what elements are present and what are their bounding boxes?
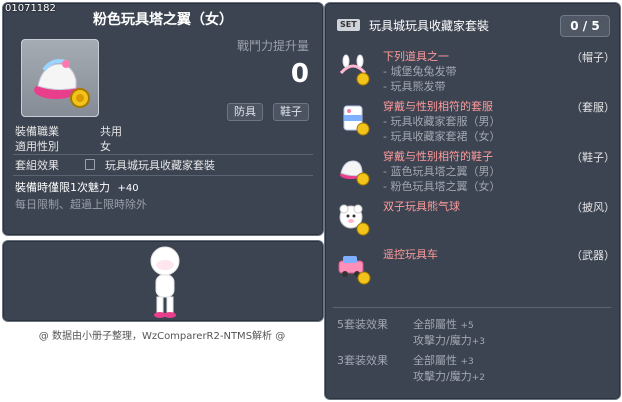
power-label: 戰鬥力提升量 [236,39,309,53]
stat-name: 全部屬性 [413,318,457,331]
lock-icon [85,159,95,170]
entry-line: - 玩具收藏家套裙（女） [383,130,501,143]
avatar-preview-panel [2,240,324,322]
entry-line: 双子玩具熊气球 [383,200,460,213]
entry-line: 穿戴与性别相符的鞋子 [383,150,493,163]
toy-car-icon [338,256,371,285]
bonus-label: 5套装效果 [337,318,388,331]
power-value: 0 [290,59,309,89]
entry-line: 下列道具之一 [383,50,449,63]
entry-slot: （套服） [571,101,615,114]
charm-label: 裝備時僅限1次魅力 [15,181,110,194]
entry-slot: （帽子） [571,51,615,64]
bonus-row: 全部屬性 +3 [413,353,613,369]
stat-name: 攻擊力/魔力 [413,370,472,383]
divider [333,307,611,308]
entry-line: 穿戴与性别相符的套服 [383,100,493,113]
tag-shoes: 鞋子 [273,103,309,121]
gender-value: 女 [100,140,111,153]
bonus-row: 攻擊力/魔力+3 [413,333,613,349]
entry-lines: 穿戴与性别相符的鞋子 - 蓝色玩具塔之翼（男） - 粉色玩具塔之翼（女） [383,149,500,194]
stat-value: +2 [471,373,485,383]
stat-name: 攻擊力/魔力 [413,334,472,347]
shoe-icon [340,160,370,186]
outfit-icon [343,105,370,136]
entry-slot: （鞋子） [571,151,615,164]
set-progress: 0 / 5 [560,15,610,37]
avatar [150,246,180,318]
stat-value: +5 [460,321,474,331]
stat-value: +3 [460,357,474,367]
bonus-values: 全部屬性 +3 攻擊力/魔力+2 [413,353,613,385]
bonus-row: 全部屬性 +5 [413,317,613,333]
entry-line: - 玩具熊发带 [383,80,446,93]
entry-line: 遥控玩具车 [383,248,438,261]
entry-lines: 遥控玩具车 [383,247,438,262]
gender-label: 適用性別 [15,140,59,153]
job-value: 共用 [100,125,122,138]
set-effect-label: 套組效果 [15,159,59,172]
shoe-icon [34,59,90,108]
entry-slot: （披风） [571,201,615,214]
set-effect-value: 玩具城玩具收藏家套裝 [105,159,215,172]
charm-value: +40 [117,183,139,194]
entry-lines: 双子玩具熊气球 [383,199,460,214]
item-icon-frame [21,39,99,117]
entry-line: - 城堡兔兔发带 [383,65,457,78]
entry-slot: （武器） [571,249,615,262]
charm-row: 裝備時僅限1次魅力 +40 [15,179,139,195]
set-badge: SET [337,19,360,31]
headband-icon [339,54,370,86]
set-title: 玩具城玩具收藏家套裝 [369,19,490,33]
gender-row: 適用性別 女 [15,138,111,154]
job-row: 裝備職業 共用 [15,123,122,139]
item-tooltip: 01071182 粉色玩具塔之翼（女） 戰鬥力提升量 0 防具 鞋子 裝備職業共… [2,2,324,236]
item-title: 粉色玩具塔之翼（女） [93,12,233,28]
stat-name: 全部屬性 [413,354,457,367]
entry-lines: 下列道具之一 - 城堡兔兔发带 - 玩具熊发带 [383,49,456,94]
set-effect-row: 套組效果 玩具城玩具收藏家套裝 [15,157,215,173]
entry-line: - 玩具收藏家套服（男） [383,115,501,128]
set-panel: SET 玩具城玩具收藏家套裝 0 / 5 下列道具之一 - 城堡兔兔发带 - 玩… [324,2,621,400]
entry-line: - 蓝色玩具塔之翼（男） [383,165,501,178]
balloon-icon [339,204,370,236]
bonus-label: 3套装效果 [337,354,388,367]
divider [13,154,313,155]
entry-lines: 穿戴与性别相符的套服 - 玩具收藏家套服（男） - 玩具收藏家套裙（女） [383,99,500,144]
bonus-values: 全部屬性 +5 攻擊力/魔力+3 [413,317,613,349]
bonus-row: 攻擊力/魔力+2 [413,369,613,385]
entry-line: - 粉色玩具塔之翼（女） [383,180,501,193]
stat-value: +3 [471,337,485,347]
tag-armor: 防具 [227,103,263,121]
job-label: 裝備職業 [15,125,59,138]
footer-note: @ 数据由小册子整理，WzComparerR2-NTMS解析 @ [38,331,286,342]
limit-note: 每日限制、超過上限時除外 [15,198,147,211]
divider [13,175,313,176]
